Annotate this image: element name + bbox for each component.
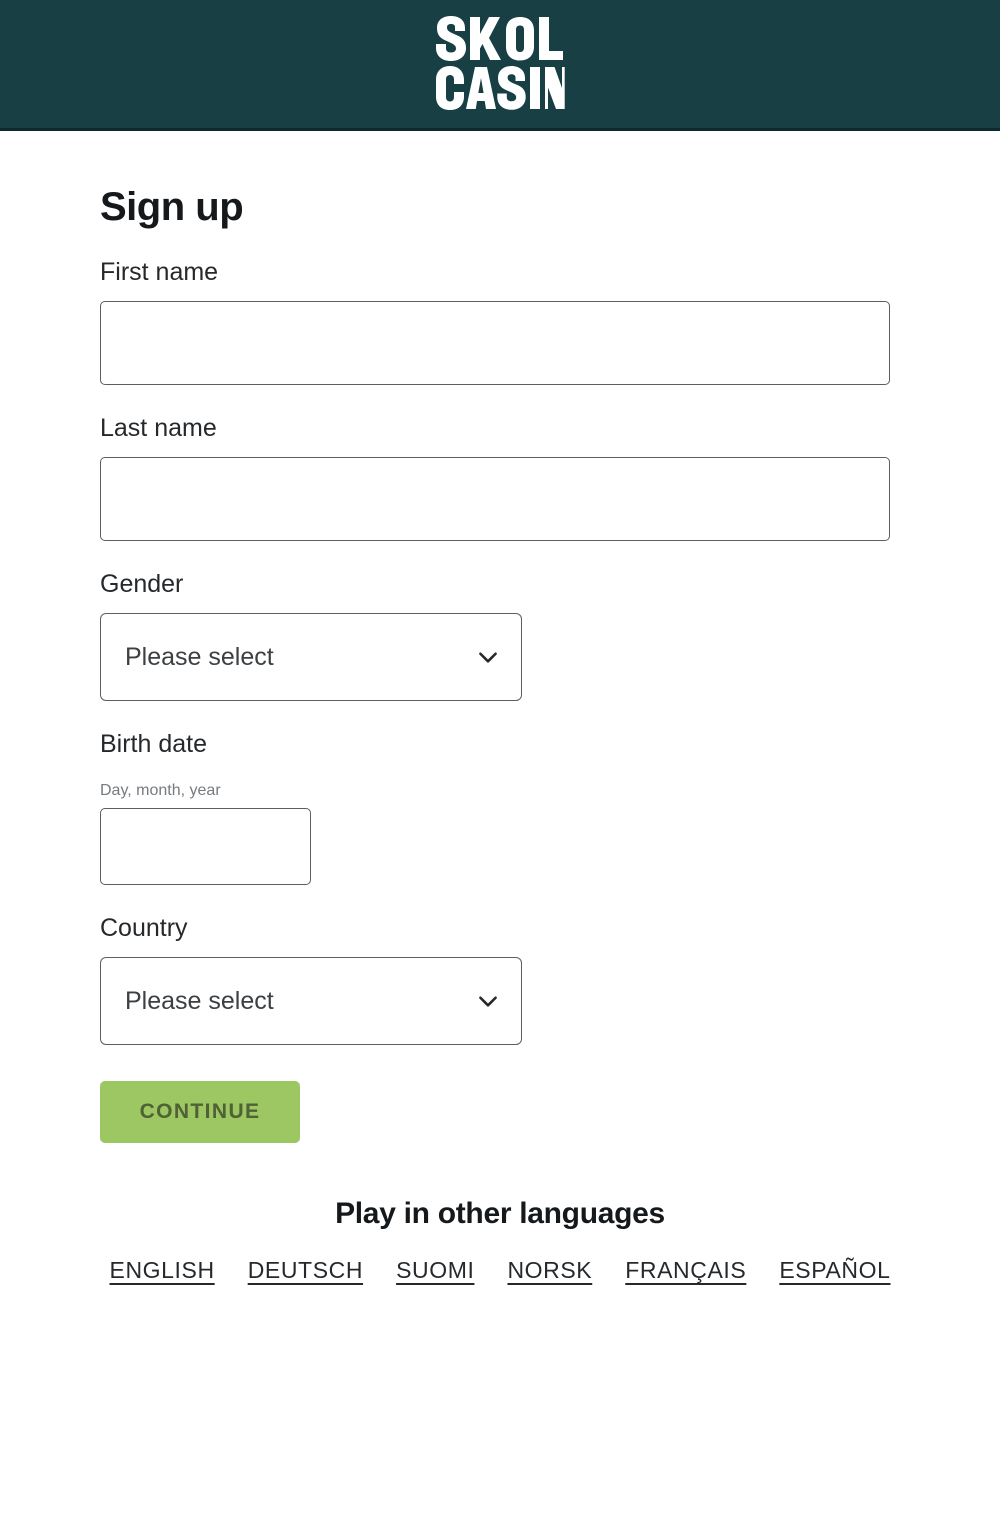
language-link-suomi[interactable]: SUOMI: [396, 1257, 474, 1284]
first-name-input[interactable]: [100, 301, 890, 385]
last-name-input[interactable]: [100, 457, 890, 541]
language-link-english[interactable]: ENGLISH: [110, 1257, 215, 1284]
chevron-down-icon: [475, 988, 501, 1014]
field-last-name: Last name: [100, 413, 890, 541]
first-name-label: First name: [100, 258, 219, 286]
page-title: Sign up: [100, 185, 244, 229]
gender-label: Gender: [100, 570, 184, 598]
language-link-espanol[interactable]: ESPAÑOL: [779, 1257, 890, 1284]
country-select-wrap: Please select: [100, 957, 522, 1046]
skol-casino-logo[interactable]: [435, 14, 565, 110]
language-link-deutsch[interactable]: DEUTSCH: [248, 1257, 363, 1284]
country-label: Country: [100, 914, 188, 943]
gender-select[interactable]: Please select: [100, 613, 522, 701]
language-links: ENGLISH DEUTSCH SUOMI NORSK FRANÇAIS ESP…: [0, 1257, 1000, 1284]
field-country: Country Please select: [100, 913, 890, 1046]
field-first-name: First name: [100, 257, 890, 385]
last-name-label: Last name: [100, 414, 217, 442]
field-gender: Gender Please select: [100, 569, 890, 701]
language-link-norsk[interactable]: NORSK: [507, 1257, 592, 1284]
birth-date-sublabel: Day, month, year: [100, 782, 221, 799]
site-header: [0, 0, 1000, 131]
field-birth-date: Birth date Day, month, year: [100, 729, 890, 886]
other-languages-title: Play in other languages: [335, 1197, 665, 1231]
birth-date-input[interactable]: [100, 808, 311, 886]
signup-page: Sign up First name Last name Gender Plea…: [0, 131, 1000, 1285]
gender-select-value: Please select: [125, 642, 274, 671]
continue-button[interactable]: CONTINUE: [100, 1081, 300, 1144]
country-select[interactable]: Please select: [100, 957, 522, 1046]
language-link-francais[interactable]: FRANÇAIS: [625, 1257, 746, 1284]
country-select-value: Please select: [125, 986, 274, 1015]
other-languages-section: Play in other languages ENGLISH DEUTSCH …: [0, 1197, 1000, 1284]
gender-select-wrap: Please select: [100, 613, 522, 701]
chevron-down-icon: [475, 644, 501, 670]
signup-form: Sign up First name Last name Gender Plea…: [0, 131, 1000, 1144]
birth-date-label: Birth date: [100, 730, 208, 758]
